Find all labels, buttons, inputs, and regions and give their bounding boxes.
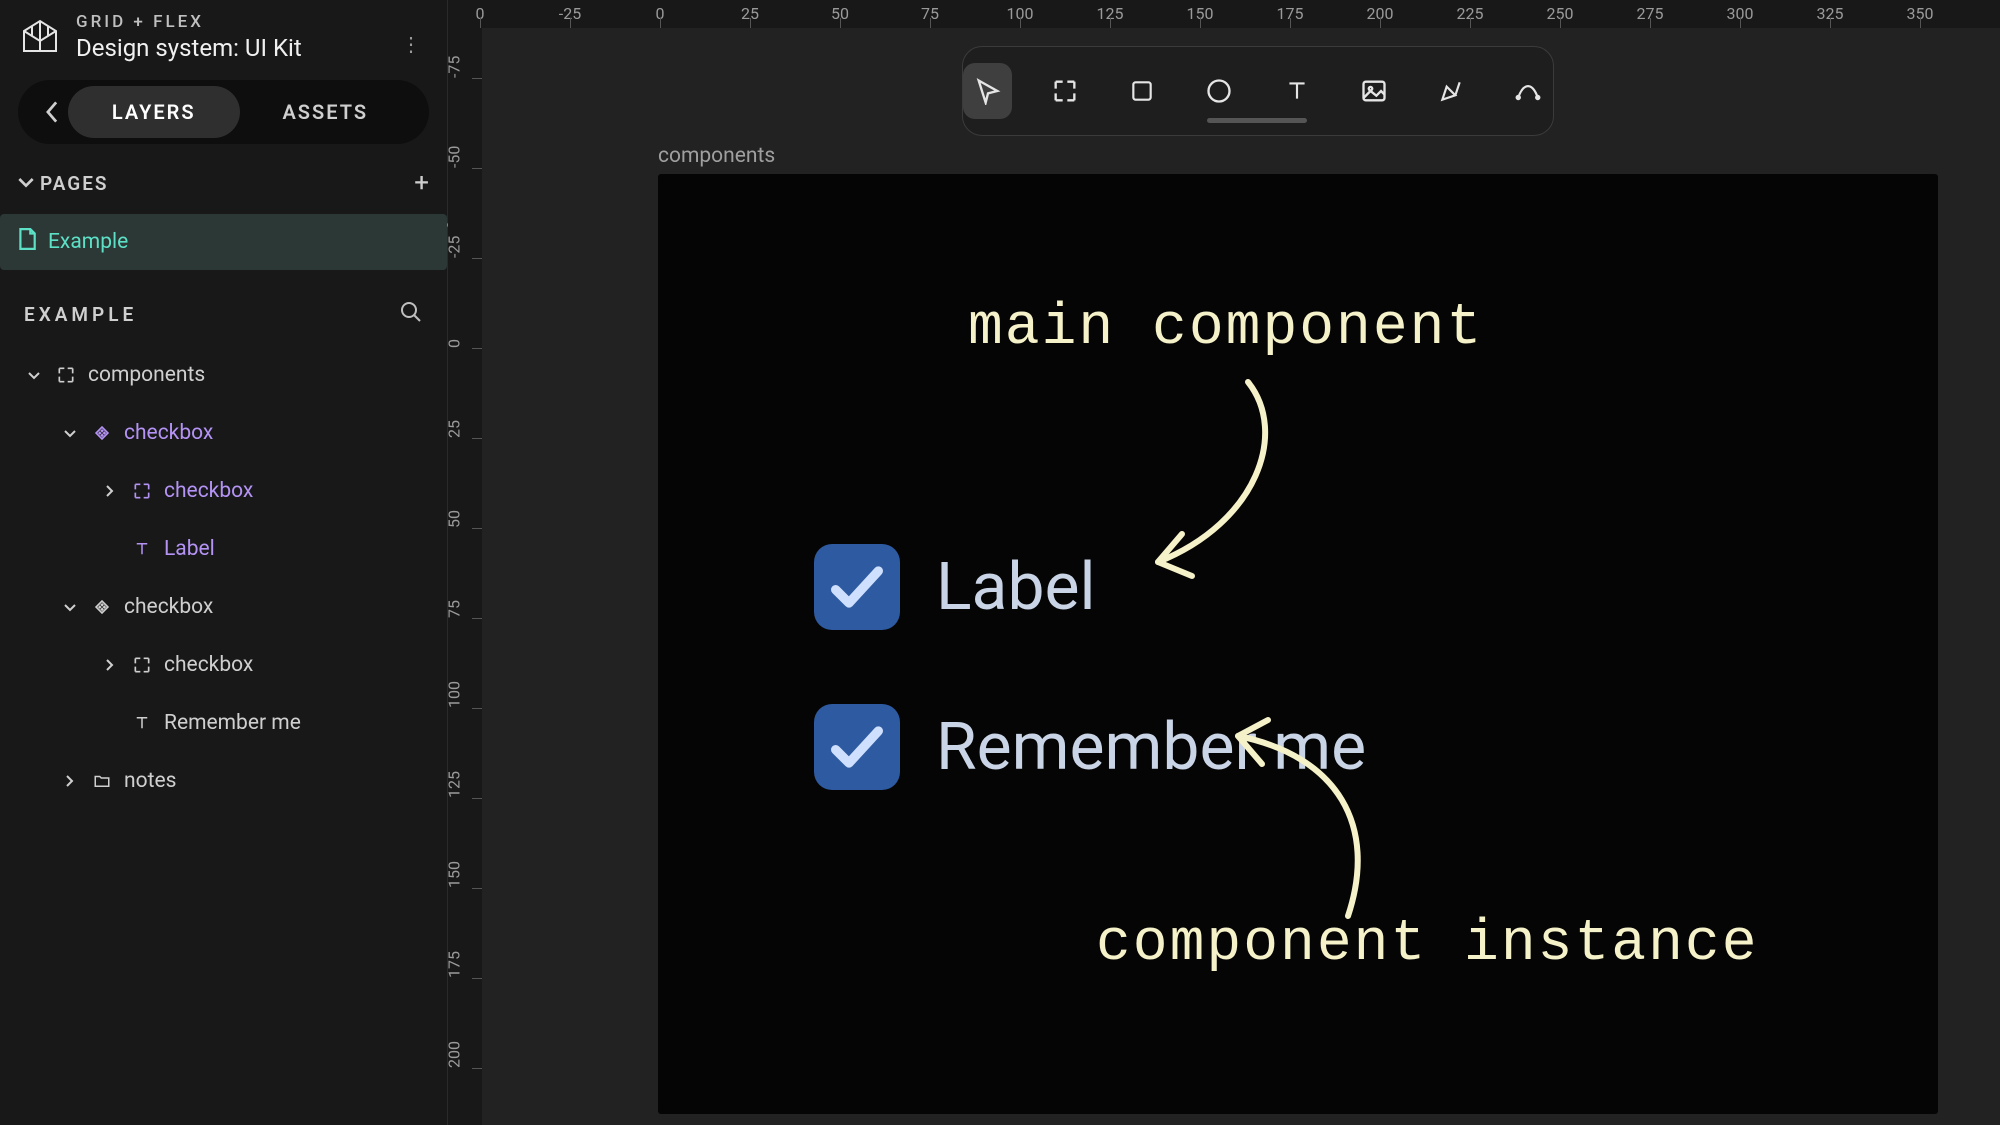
layer-name: checkbox xyxy=(124,595,213,619)
layer-row[interactable]: components xyxy=(0,346,447,404)
add-page-icon[interactable]: + xyxy=(414,168,429,198)
layer-name: components xyxy=(88,363,205,387)
ruler-label: 150 xyxy=(445,861,464,888)
sidebar: GRID + FLEX Design system: UI Kit ⋮ LAYE… xyxy=(0,0,448,1125)
page-icon xyxy=(18,228,36,256)
tool-ellipse[interactable] xyxy=(1195,63,1244,119)
expand-icon[interactable] xyxy=(60,769,80,793)
more-menu-icon[interactable]: ⋮ xyxy=(401,32,423,56)
page-item[interactable]: Example xyxy=(0,214,447,270)
layer-row[interactable]: Label xyxy=(0,520,447,578)
layer-row[interactable]: checkbox xyxy=(0,404,447,462)
app-logo-icon xyxy=(18,15,62,59)
frame-icon xyxy=(130,481,154,501)
search-icon[interactable] xyxy=(399,300,423,328)
ruler-label: 50 xyxy=(445,510,464,528)
text-icon xyxy=(130,540,154,558)
layers-title: EXAMPLE xyxy=(24,303,137,326)
pages-label: PAGES xyxy=(40,172,109,195)
ruler-label: -25 xyxy=(445,236,464,258)
sidebar-tabs: LAYERS ASSETS xyxy=(18,80,429,144)
ruler-horizontal: 0-25025507510012515017520022525027530032… xyxy=(448,0,2000,28)
expand-icon[interactable] xyxy=(60,595,80,619)
ruler-label: -75 xyxy=(445,56,464,78)
checkbox-tick-icon xyxy=(814,704,900,790)
layers-subheader: EXAMPLE xyxy=(0,276,447,342)
tool-curve[interactable] xyxy=(1504,63,1553,119)
checkbox-tick-icon xyxy=(814,544,900,630)
component-icon xyxy=(90,597,114,617)
checkbox-main[interactable]: Label xyxy=(814,544,1096,630)
layer-row[interactable]: Remember me xyxy=(0,694,447,752)
expand-icon[interactable] xyxy=(60,421,80,445)
layer-name: notes xyxy=(124,769,176,793)
frame-icon xyxy=(130,655,154,675)
ruler-label: 25 xyxy=(445,420,464,438)
layer-name: Label xyxy=(164,537,215,561)
layer-tree: components checkbox checkbox Label checkbox c… xyxy=(0,342,447,814)
tool-rectangle[interactable] xyxy=(1118,63,1167,119)
product-name: GRID + FLEX xyxy=(76,12,302,32)
file-name[interactable]: Design system: UI Kit xyxy=(76,34,302,62)
tool-image[interactable] xyxy=(1349,63,1398,119)
layer-name: checkbox xyxy=(124,421,213,445)
tab-layers[interactable]: LAYERS xyxy=(68,86,240,138)
canvas-area: 0-25025507510012515017520022525027530032… xyxy=(448,0,2000,1125)
ruler-label: 200 xyxy=(445,1041,464,1068)
ruler-label: 125 xyxy=(445,771,464,798)
layer-row[interactable]: notes xyxy=(0,752,447,810)
frame-label[interactable]: components xyxy=(658,144,775,168)
ruler-label: 75 xyxy=(445,600,464,618)
checkbox-label: Label xyxy=(936,549,1096,626)
tab-assets[interactable]: ASSETS xyxy=(240,86,412,138)
layer-name: checkbox xyxy=(164,479,253,503)
toolbar xyxy=(962,46,1554,136)
canvas[interactable]: components main component Label xyxy=(482,28,2000,1125)
expand-icon[interactable] xyxy=(100,653,120,677)
sidebar-header: GRID + FLEX Design system: UI Kit ⋮ xyxy=(0,0,447,74)
chevron-down-icon xyxy=(18,174,34,193)
tool-pen[interactable] xyxy=(1427,63,1476,119)
annotation-instance: component instance xyxy=(1096,912,1759,977)
frame-components[interactable]: main component Label xyxy=(658,174,1938,1114)
arrow-instance-icon xyxy=(1218,706,1388,930)
layer-row[interactable]: checkbox xyxy=(0,636,447,694)
ruler-label: 100 xyxy=(445,681,464,708)
ruler-label: -50 xyxy=(445,146,464,168)
page-name: Example xyxy=(48,230,128,254)
frame-icon xyxy=(54,365,78,385)
tool-frame[interactable] xyxy=(1040,63,1089,119)
layer-name: checkbox xyxy=(164,653,253,677)
ruler-label: 175 xyxy=(445,951,464,978)
ruler-label: 0 xyxy=(445,339,464,348)
layer-name: Remember me xyxy=(164,711,301,735)
tool-select[interactable] xyxy=(963,63,1012,119)
layer-row[interactable]: checkbox xyxy=(0,578,447,636)
expand-icon[interactable] xyxy=(100,479,120,503)
layer-row[interactable]: checkbox xyxy=(0,462,447,520)
expand-icon[interactable] xyxy=(24,363,44,387)
pages-section-header[interactable]: PAGES + xyxy=(0,150,447,208)
folder-icon xyxy=(90,772,114,790)
tool-text[interactable] xyxy=(1272,63,1321,119)
back-icon[interactable] xyxy=(36,101,68,123)
text-icon xyxy=(130,714,154,732)
toolbar-drag-handle[interactable] xyxy=(1207,118,1307,123)
component-icon xyxy=(90,423,114,443)
ruler-vertical: -75 -50 -25 0 25 50 75 100 125 150 175 200 xyxy=(448,28,482,1125)
arrow-main-icon xyxy=(1138,372,1298,596)
annotation-main: main component xyxy=(968,296,1483,361)
